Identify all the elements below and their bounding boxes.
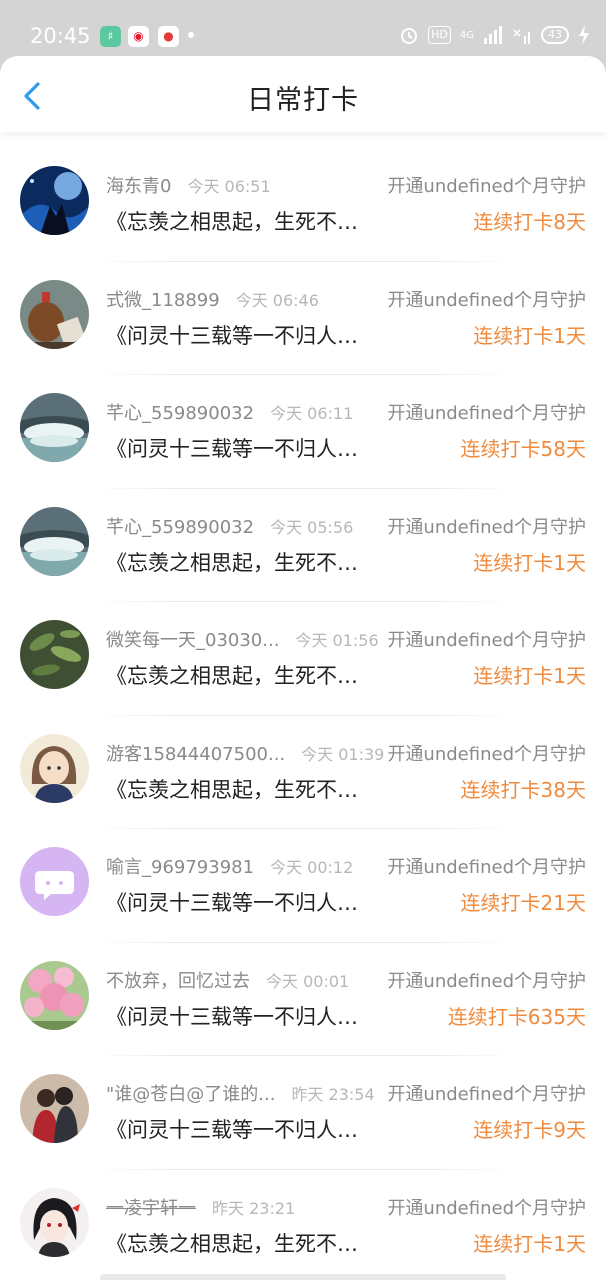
name-line: 芊心_559890032 今天 05:56 bbox=[106, 513, 386, 537]
battery-level: 43 bbox=[541, 26, 569, 44]
list-item[interactable]: 芊心_559890032 今天 06:11 开通undefined个月守护 《问灵十三… bbox=[0, 375, 606, 489]
streak-count: 连续打卡1天 bbox=[473, 323, 586, 348]
streak-count: 连续打卡1天 bbox=[473, 664, 586, 688]
user-name[interactable]: 游客15844407500... bbox=[106, 740, 285, 764]
guard-status: 开通undefined个月守护 bbox=[387, 399, 586, 425]
user-name[interactable]: 式微_118899 bbox=[106, 286, 220, 310]
post-time: 今天 06:51 bbox=[187, 177, 271, 196]
user-name[interactable]: 喻言_969793981 bbox=[106, 853, 254, 877]
name-line: 游客15844407500... 今天 01:39 bbox=[106, 740, 386, 764]
streak-count: 连续打卡8天 bbox=[473, 210, 586, 234]
streak-count: 连续打卡1天 bbox=[473, 1231, 586, 1256]
blossom-avatar[interactable] bbox=[20, 960, 89, 1030]
post-time: 昨天 23:54 bbox=[291, 1085, 375, 1104]
name-line: 式微_118899 今天 06:46 bbox=[106, 286, 386, 310]
list-item[interactable]: 一凌宇轩一 昨天 23:21 开通undefined个月守护 《忘羡之相思起，生死不…… bbox=[0, 1170, 606, 1280]
guard-status: 开通undefined个月守护 bbox=[387, 512, 586, 539]
map-pin-icon: ● bbox=[158, 26, 179, 47]
list-item[interactable]: 芊心_559890032 今天 05:56 开通undefined个月守护 《忘羡之相… bbox=[0, 489, 606, 602]
notification-dot-icon bbox=[188, 32, 194, 38]
user-name[interactable]: 不放弃，回忆过去 bbox=[106, 967, 250, 991]
post-title[interactable]: 《问灵十三载等一不归人… bbox=[106, 433, 378, 463]
app-icon: ♯ bbox=[100, 26, 121, 47]
network-label: 4G bbox=[459, 29, 474, 41]
user-name[interactable]: 芊心_559890032 bbox=[106, 513, 254, 537]
post-time: 昨天 23:21 bbox=[212, 1198, 296, 1218]
scroll-indicator bbox=[100, 1274, 506, 1280]
post-time: 今天 05:56 bbox=[270, 517, 354, 537]
streak-count: 连续打卡58天 bbox=[460, 437, 586, 461]
guard-status: 开通undefined个月守护 bbox=[387, 1080, 586, 1106]
post-time: 今天 00:01 bbox=[266, 971, 350, 991]
post-title[interactable]: 《问灵十三载等一不归人… bbox=[106, 1001, 378, 1031]
list-item[interactable]: 不放弃，回忆过去 今天 00:01 开通undefined个月守护 《问灵十三载等一不… bbox=[0, 943, 606, 1056]
post-title[interactable]: 《忘羡之相思起，生死不… bbox=[106, 206, 378, 236]
page-title: 日常打卡 bbox=[247, 85, 359, 116]
post-time: 今天 01:39 bbox=[301, 744, 385, 764]
name-line: "谁@苍白@了谁的... 昨天 23:54 bbox=[106, 1080, 386, 1104]
anime-girl-avatar[interactable] bbox=[20, 733, 89, 803]
guard-status: 开通undefined个月守护 bbox=[387, 1193, 586, 1220]
status-icons: HD 4G 43 bbox=[399, 25, 590, 45]
post-time: 今天 06:11 bbox=[270, 404, 354, 423]
weibo-icon: ◉ bbox=[128, 26, 149, 47]
name-line: 喻言_969793981 今天 00:12 bbox=[106, 853, 386, 877]
list-item[interactable]: 微笑每一天_03030... 今天 01:56 开通undefined个月守护 《忘羡… bbox=[0, 602, 606, 716]
guard-status: 开通undefined个月守护 bbox=[387, 172, 586, 198]
streak-count: 连续打卡21天 bbox=[460, 891, 586, 915]
name-line: 不放弃，回忆过去 今天 00:01 bbox=[106, 967, 386, 991]
guard-status: 开通undefined个月守护 bbox=[387, 626, 586, 652]
user-name[interactable]: 芊心_559890032 bbox=[106, 399, 254, 423]
night-sky-avatar[interactable] bbox=[20, 166, 89, 235]
signal-icon bbox=[484, 26, 502, 44]
guard-status: 开通undefined个月守护 bbox=[387, 853, 586, 879]
user-name[interactable]: "谁@苍白@了谁的... bbox=[106, 1080, 275, 1104]
post-title[interactable]: 《问灵十三载等一不归人… bbox=[106, 1114, 378, 1144]
user-name[interactable]: 海东青0 bbox=[106, 172, 171, 196]
guard-status: 开通undefined个月守护 bbox=[387, 739, 586, 766]
post-title[interactable]: 《忘羡之相思起，生死不… bbox=[106, 660, 378, 690]
name-line: 芊心_559890032 今天 06:11 bbox=[106, 399, 386, 423]
page-header: 日常打卡 bbox=[0, 56, 606, 132]
list-item[interactable]: "谁@苍白@了谁的... 昨天 23:54 开通undefined个月守护 《问灵十三… bbox=[0, 1056, 606, 1170]
list-item[interactable]: 游客15844407500... 今天 01:39 开通undefined个月守护《… bbox=[0, 716, 606, 829]
post-title[interactable]: 《忘羡之相思起，生死不… bbox=[106, 547, 378, 577]
wifi-off-icon bbox=[513, 29, 530, 44]
list-item[interactable]: 式微_118899 今天 06:46 开通undefined个月守护 《问灵十三载等一… bbox=[0, 262, 606, 375]
post-title[interactable]: 《问灵十三载等一不归人… bbox=[106, 887, 378, 917]
post-title[interactable]: 《忘羡之相思起，生死不… bbox=[106, 1228, 378, 1258]
user-name[interactable]: 微笑每一天_03030... bbox=[106, 626, 279, 650]
teapot-avatar[interactable] bbox=[20, 279, 89, 349]
anime-boy-avatar[interactable] bbox=[20, 1187, 89, 1257]
guard-status: 开通undefined个月守护 bbox=[387, 966, 586, 993]
couple-avatar[interactable] bbox=[20, 1074, 89, 1143]
alarm-icon bbox=[401, 28, 418, 44]
hd-badge: HD bbox=[428, 26, 451, 44]
post-title[interactable]: 《忘羡之相思起，生死不… bbox=[106, 774, 378, 804]
status-time: 20:45 bbox=[30, 24, 91, 48]
post-time: 今天 01:56 bbox=[295, 631, 379, 650]
guard-status: 开通undefined个月守护 bbox=[387, 285, 586, 312]
streak-count: 连续打卡9天 bbox=[473, 1118, 586, 1142]
list-item[interactable]: 喻言_969793981 今天 00:12 开通undefined个月守护 《问灵十三… bbox=[0, 829, 606, 943]
streak-count: 连续打卡38天 bbox=[460, 777, 586, 802]
name-line: 一凌宇轩一 昨天 23:21 bbox=[106, 1194, 386, 1218]
waterfall-avatar[interactable] bbox=[20, 506, 89, 576]
waterfall-avatar[interactable] bbox=[20, 393, 89, 462]
charging-icon bbox=[579, 25, 589, 45]
post-time: 今天 06:46 bbox=[235, 290, 319, 310]
default-chat-avatar[interactable] bbox=[20, 847, 89, 916]
streak-count: 连续打卡635天 bbox=[447, 1004, 586, 1029]
post-time: 今天 00:12 bbox=[270, 858, 354, 877]
streak-count: 连续打卡1天 bbox=[473, 550, 586, 575]
list-item[interactable]: 海东青0 今天 06:51 开通undefined个月守护 《忘羡之相思起，生死不… 连… bbox=[0, 148, 606, 262]
user-name[interactable]: 一凌宇轩一 bbox=[106, 1194, 196, 1218]
name-line: 海东青0 今天 06:51 bbox=[106, 172, 386, 196]
checkin-list: 海东青0 今天 06:51 开通undefined个月守护 《忘羡之相思起，生死不… 连… bbox=[0, 148, 606, 1280]
name-line: 微笑每一天_03030... 今天 01:56 bbox=[106, 626, 386, 650]
post-title[interactable]: 《问灵十三载等一不归人… bbox=[106, 320, 378, 350]
leaves-avatar[interactable] bbox=[20, 620, 89, 689]
